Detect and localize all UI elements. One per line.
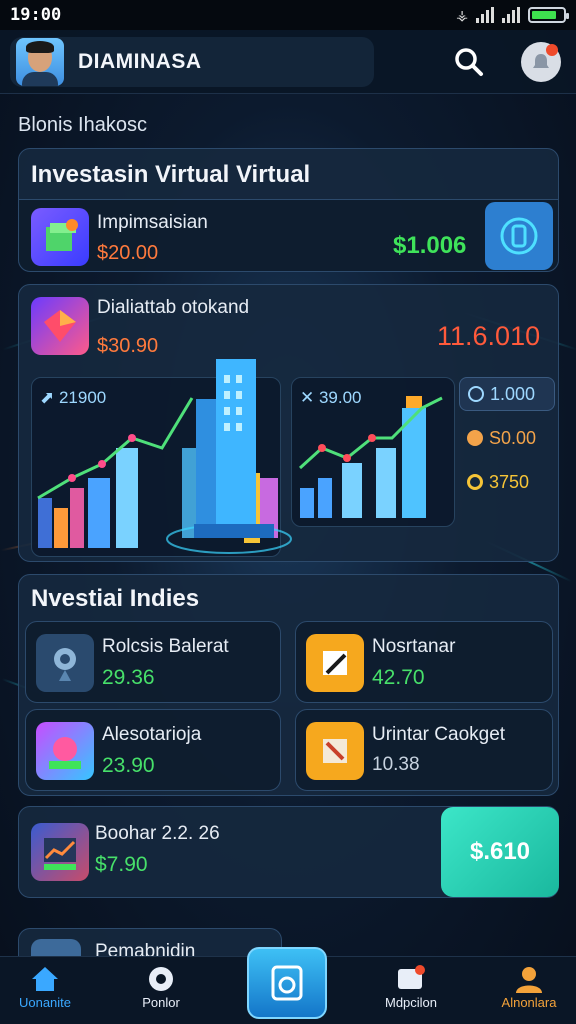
stat-item: 3750 <box>459 465 555 499</box>
buy-button[interactable]: $.610 <box>441 807 559 897</box>
card-price: $30.90 <box>97 335 159 357</box>
search-button[interactable] <box>452 45 486 79</box>
nav-label: Mdpcilon <box>384 995 438 1010</box>
app-title: DIAMINASA <box>78 50 202 73</box>
stat-item: 1.000 <box>459 377 555 411</box>
notification-badge <box>546 44 558 56</box>
card-value: 11.6.010 <box>437 321 541 351</box>
stats-list: 1.000 S0.00 3750 <box>459 377 555 507</box>
star-coin-icon <box>467 474 483 490</box>
card-title: Investasin Virtual Virtual <box>31 161 311 188</box>
battery-icon <box>528 7 569 23</box>
nav-label: Ponlor <box>142 995 180 1010</box>
investment-row[interactable]: Impimsaisian $20.00 $1.006 <box>19 199 558 271</box>
promo-row[interactable]: Boohar 2.2. 26 $7.90 $.610 <box>18 806 559 898</box>
indie-item[interactable]: Alesotarioja 23.90 <box>25 709 281 791</box>
bottom-navigation: Uonanite Ponlor Mdpcilon Alnonlara <box>0 947 576 1024</box>
building-graphic <box>166 359 292 554</box>
indie-item[interactable]: Nosrtanar 42.70 <box>295 621 553 703</box>
virtual-investment-card: Investasin Virtual Virtual Impimsaisian … <box>18 148 559 272</box>
puzzle-icon <box>149 967 173 991</box>
indie-value: 42.70 <box>372 666 425 689</box>
indie-item[interactable]: Rolcsis Balerat 29.36 <box>25 621 281 703</box>
chart-icon <box>31 823 89 881</box>
nav-center-button[interactable] <box>247 947 327 1019</box>
avatar[interactable] <box>16 38 64 86</box>
right-chart[interactable]: ✕ 39.00 <box>291 377 455 527</box>
status-time: 19:00 <box>10 5 62 25</box>
stat-item: S0.00 <box>459 421 555 455</box>
indie-value: 10.38 <box>372 754 420 775</box>
status-icons: ⚶ <box>456 6 569 24</box>
nav-home[interactable]: Uonanite <box>0 965 90 1010</box>
status-bar: 19:00 ⚶ <box>0 0 576 30</box>
row-price: $20.00 <box>97 242 159 264</box>
home-icon <box>32 967 58 991</box>
signal-icon <box>476 7 494 23</box>
indie-title: Urintar Caokget <box>372 724 506 745</box>
card-title: Dialiattab otokand <box>97 297 250 318</box>
pen-icon <box>306 634 364 692</box>
indie-title: Rolcsis Balerat <box>102 636 229 657</box>
indie-title: Alesotarioja <box>102 724 202 745</box>
nav-messages[interactable]: Mdpcilon <box>366 965 456 1010</box>
nav-label: Uonanite <box>18 995 72 1010</box>
wifi-icon: ⚶ <box>456 6 468 23</box>
clock-icon <box>468 386 484 402</box>
indies-panel: Nvestiai Indies Rolcsis Balerat 29.36 No… <box>18 574 559 796</box>
nav-account[interactable]: Alnonlara <box>484 965 574 1010</box>
indie-title: Nosrtanar <box>372 636 456 657</box>
wallet-button[interactable] <box>485 202 553 270</box>
user-icon <box>516 967 542 993</box>
coin-icon <box>467 430 483 446</box>
pin-icon <box>36 634 94 692</box>
cube-icon <box>31 208 89 266</box>
tool-icon <box>306 722 364 780</box>
profile-pill[interactable]: DIAMINASA <box>10 37 374 87</box>
analytics-card: Dialiattab otokand $30.90 11.6.010 ⬈ 219… <box>18 284 559 562</box>
nav-label: Alnonlara <box>501 995 557 1010</box>
indie-item[interactable]: Urintar Caokget 10.38 <box>295 709 553 791</box>
promo-value: $7.90 <box>95 853 148 876</box>
wallet-icon <box>271 965 303 1001</box>
section-label: Blonis Ihakosc <box>18 114 147 136</box>
app-header: DIAMINASA <box>0 30 576 94</box>
gem-icon <box>31 297 89 355</box>
indie-value: 23.90 <box>102 754 155 777</box>
section-title: Nvestiai Indies <box>31 585 200 612</box>
promo-title: Boohar 2.2. 26 <box>95 823 220 844</box>
signal-icon <box>502 7 520 23</box>
coin-icon <box>500 217 538 255</box>
nav-portfolio[interactable]: Ponlor <box>116 965 206 1010</box>
row-title: Impimsaisian <box>97 212 208 233</box>
app-icon <box>36 722 94 780</box>
notification-button[interactable] <box>521 42 561 82</box>
indie-value: 29.36 <box>102 666 155 689</box>
chart-graphic <box>298 396 443 518</box>
search-icon <box>455 48 483 76</box>
row-value: $1.006 <box>393 232 467 259</box>
message-icon <box>398 965 425 989</box>
